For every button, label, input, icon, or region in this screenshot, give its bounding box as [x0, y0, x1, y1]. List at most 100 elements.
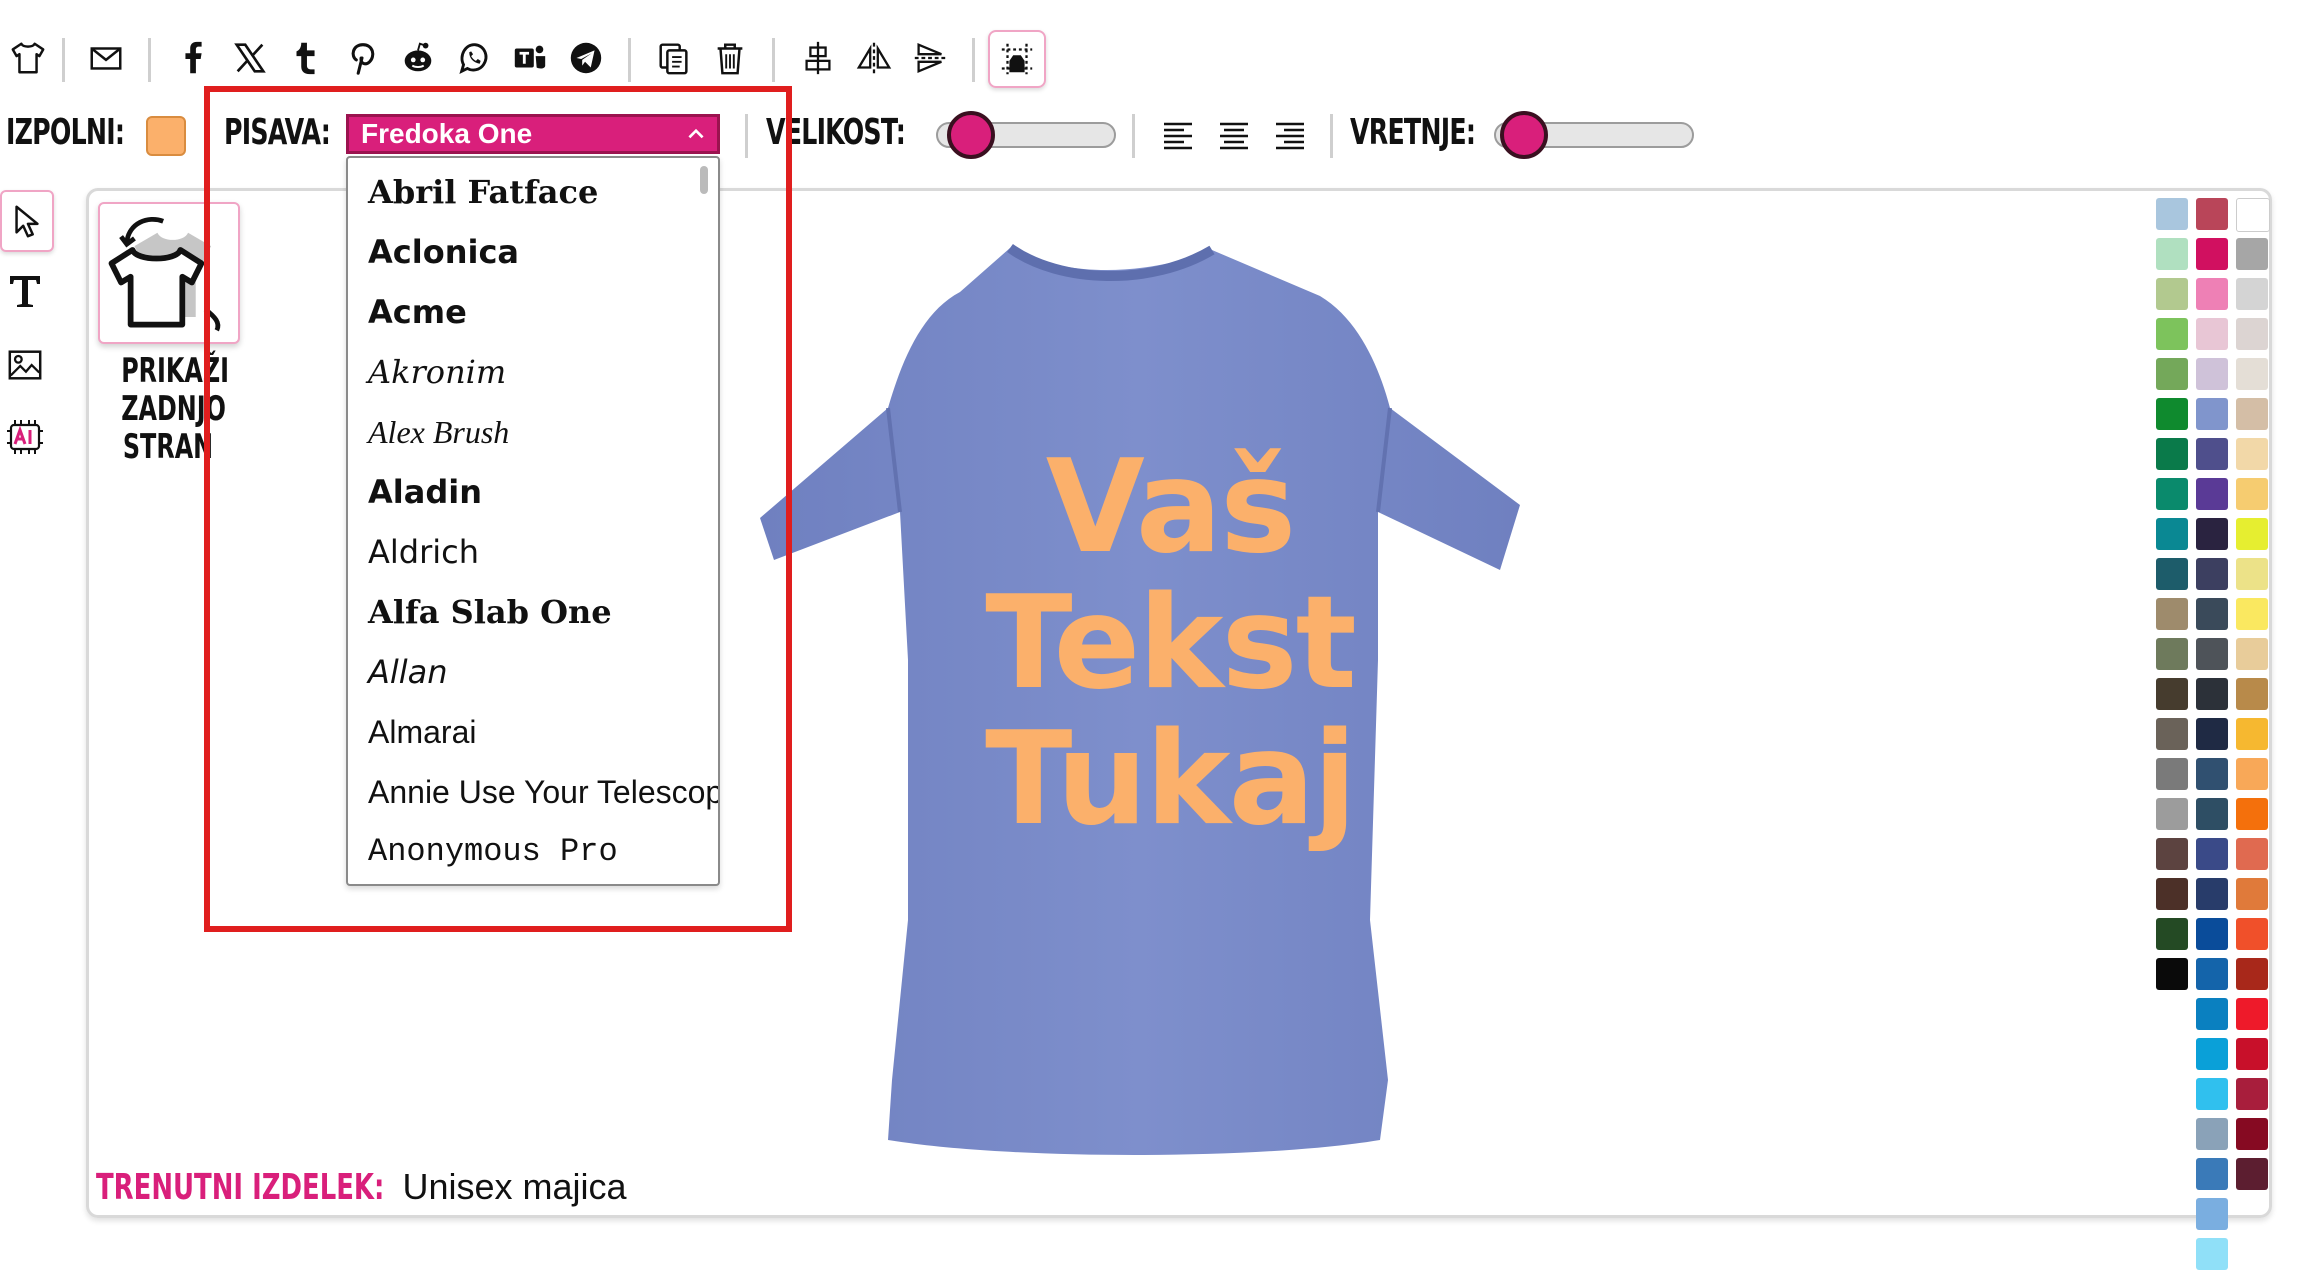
align-center-icon[interactable] [790, 30, 846, 86]
palette-color-swatch[interactable] [2196, 558, 2228, 590]
palette-color-swatch[interactable] [2196, 598, 2228, 630]
flip-horizontal-icon[interactable] [846, 30, 902, 86]
palette-color-swatch[interactable] [2156, 278, 2188, 310]
palette-color-swatch[interactable] [2236, 798, 2268, 830]
rotate-slider-knob[interactable] [1499, 111, 1548, 159]
whatsapp-icon[interactable] [446, 30, 502, 86]
palette-color-swatch[interactable] [2196, 238, 2228, 270]
palette-color-swatch[interactable] [2196, 1198, 2228, 1230]
palette-color-swatch[interactable] [2156, 518, 2188, 550]
palette-color-swatch[interactable] [2196, 1118, 2228, 1150]
palette-color-swatch[interactable] [2156, 398, 2188, 430]
palette-color-swatch[interactable] [2156, 678, 2188, 710]
palette-color-swatch[interactable] [2196, 1158, 2228, 1190]
palette-color-swatch[interactable] [2196, 1238, 2228, 1270]
palette-color-swatch[interactable] [2196, 918, 2228, 950]
pinterest-icon[interactable] [334, 30, 390, 86]
palette-color-swatch[interactable] [2196, 1078, 2228, 1110]
palette-color-swatch[interactable] [2236, 398, 2268, 430]
rotate-slider[interactable] [1494, 111, 1694, 159]
telegram-icon[interactable] [558, 30, 614, 86]
palette-color-swatch[interactable] [2156, 558, 2188, 590]
palette-color-swatch[interactable] [2196, 838, 2228, 870]
palette-color-swatch[interactable] [2236, 678, 2268, 710]
grid-icon[interactable] [988, 30, 1046, 88]
palette-color-swatch[interactable] [2156, 838, 2188, 870]
tumblr-icon[interactable] [278, 30, 334, 86]
palette-color-swatch[interactable] [2236, 278, 2268, 310]
palette-color-swatch[interactable] [2236, 1158, 2268, 1190]
ai-tool[interactable] [0, 408, 50, 466]
palette-color-swatch[interactable] [2156, 238, 2188, 270]
palette-color-swatch[interactable] [2236, 958, 2268, 990]
palette-color-swatch[interactable] [2236, 198, 2270, 232]
palette-color-swatch[interactable] [2236, 478, 2268, 510]
palette-color-swatch[interactable] [2236, 718, 2268, 750]
palette-color-swatch[interactable] [2156, 878, 2188, 910]
image-tool[interactable] [0, 336, 50, 394]
x-icon[interactable] [222, 30, 278, 86]
palette-color-swatch[interactable] [2196, 358, 2228, 390]
size-slider[interactable] [936, 111, 1116, 159]
palette-color-swatch[interactable] [2196, 758, 2228, 790]
fill-color-swatch[interactable] [146, 116, 186, 156]
size-slider-knob[interactable] [947, 111, 996, 159]
palette-color-swatch[interactable] [2156, 798, 2188, 830]
palette-color-swatch[interactable] [2196, 638, 2228, 670]
palette-color-swatch[interactable] [2156, 438, 2188, 470]
palette-color-swatch[interactable] [2236, 598, 2268, 630]
palette-color-swatch[interactable] [2196, 678, 2228, 710]
align-center-text-icon[interactable] [1216, 118, 1252, 154]
palette-color-swatch[interactable] [2156, 918, 2188, 950]
palette-color-swatch[interactable] [2196, 438, 2228, 470]
teams-icon[interactable] [502, 30, 558, 86]
palette-color-swatch[interactable] [2196, 518, 2228, 550]
trash-icon[interactable] [702, 30, 758, 86]
palette-color-swatch[interactable] [2236, 998, 2268, 1030]
palette-color-swatch[interactable] [2196, 198, 2228, 230]
palette-color-swatch[interactable] [2236, 358, 2268, 390]
palette-color-swatch[interactable] [2236, 238, 2268, 270]
palette-color-swatch[interactable] [2236, 558, 2268, 590]
palette-color-swatch[interactable] [2236, 838, 2268, 870]
text-tool[interactable] [0, 262, 50, 320]
palette-color-swatch[interactable] [2196, 318, 2228, 350]
palette-color-swatch[interactable] [2156, 358, 2188, 390]
palette-color-swatch[interactable] [2196, 398, 2228, 430]
design-text[interactable]: Vaš Tekst Tukaj [900, 440, 1440, 848]
palette-color-swatch[interactable] [2236, 638, 2268, 670]
palette-color-swatch[interactable] [2156, 958, 2188, 990]
copy-icon[interactable] [646, 30, 702, 86]
palette-color-swatch[interactable] [2236, 758, 2268, 790]
palette-color-swatch[interactable] [2196, 878, 2228, 910]
palette-color-swatch[interactable] [2196, 958, 2228, 990]
tshirt-icon[interactable] [0, 30, 56, 86]
facebook-icon[interactable] [166, 30, 222, 86]
palette-color-swatch[interactable] [2156, 758, 2188, 790]
palette-color-swatch[interactable] [2236, 438, 2268, 470]
palette-color-swatch[interactable] [2196, 998, 2228, 1030]
align-left-icon[interactable] [1160, 118, 1196, 154]
palette-color-swatch[interactable] [2196, 798, 2228, 830]
palette-color-swatch[interactable] [2236, 1118, 2268, 1150]
palette-color-swatch[interactable] [2156, 318, 2188, 350]
align-right-icon[interactable] [1272, 118, 1308, 154]
palette-color-swatch[interactable] [2236, 1038, 2268, 1070]
palette-color-swatch[interactable] [2156, 598, 2188, 630]
palette-color-swatch[interactable] [2156, 638, 2188, 670]
reddit-icon[interactable] [390, 30, 446, 86]
palette-color-swatch[interactable] [2236, 518, 2268, 550]
palette-color-swatch[interactable] [2196, 278, 2228, 310]
palette-color-swatch[interactable] [2196, 718, 2228, 750]
palette-color-swatch[interactable] [2156, 198, 2188, 230]
flip-vertical-icon[interactable] [902, 30, 958, 86]
palette-color-swatch[interactable] [2156, 718, 2188, 750]
palette-color-swatch[interactable] [2236, 1078, 2268, 1110]
palette-color-swatch[interactable] [2156, 478, 2188, 510]
mail-icon[interactable] [78, 30, 134, 86]
palette-color-swatch[interactable] [2236, 918, 2268, 950]
palette-color-swatch[interactable] [2196, 478, 2228, 510]
palette-color-swatch[interactable] [2196, 1038, 2228, 1070]
select-tool[interactable] [0, 190, 54, 252]
palette-color-swatch[interactable] [2236, 318, 2268, 350]
